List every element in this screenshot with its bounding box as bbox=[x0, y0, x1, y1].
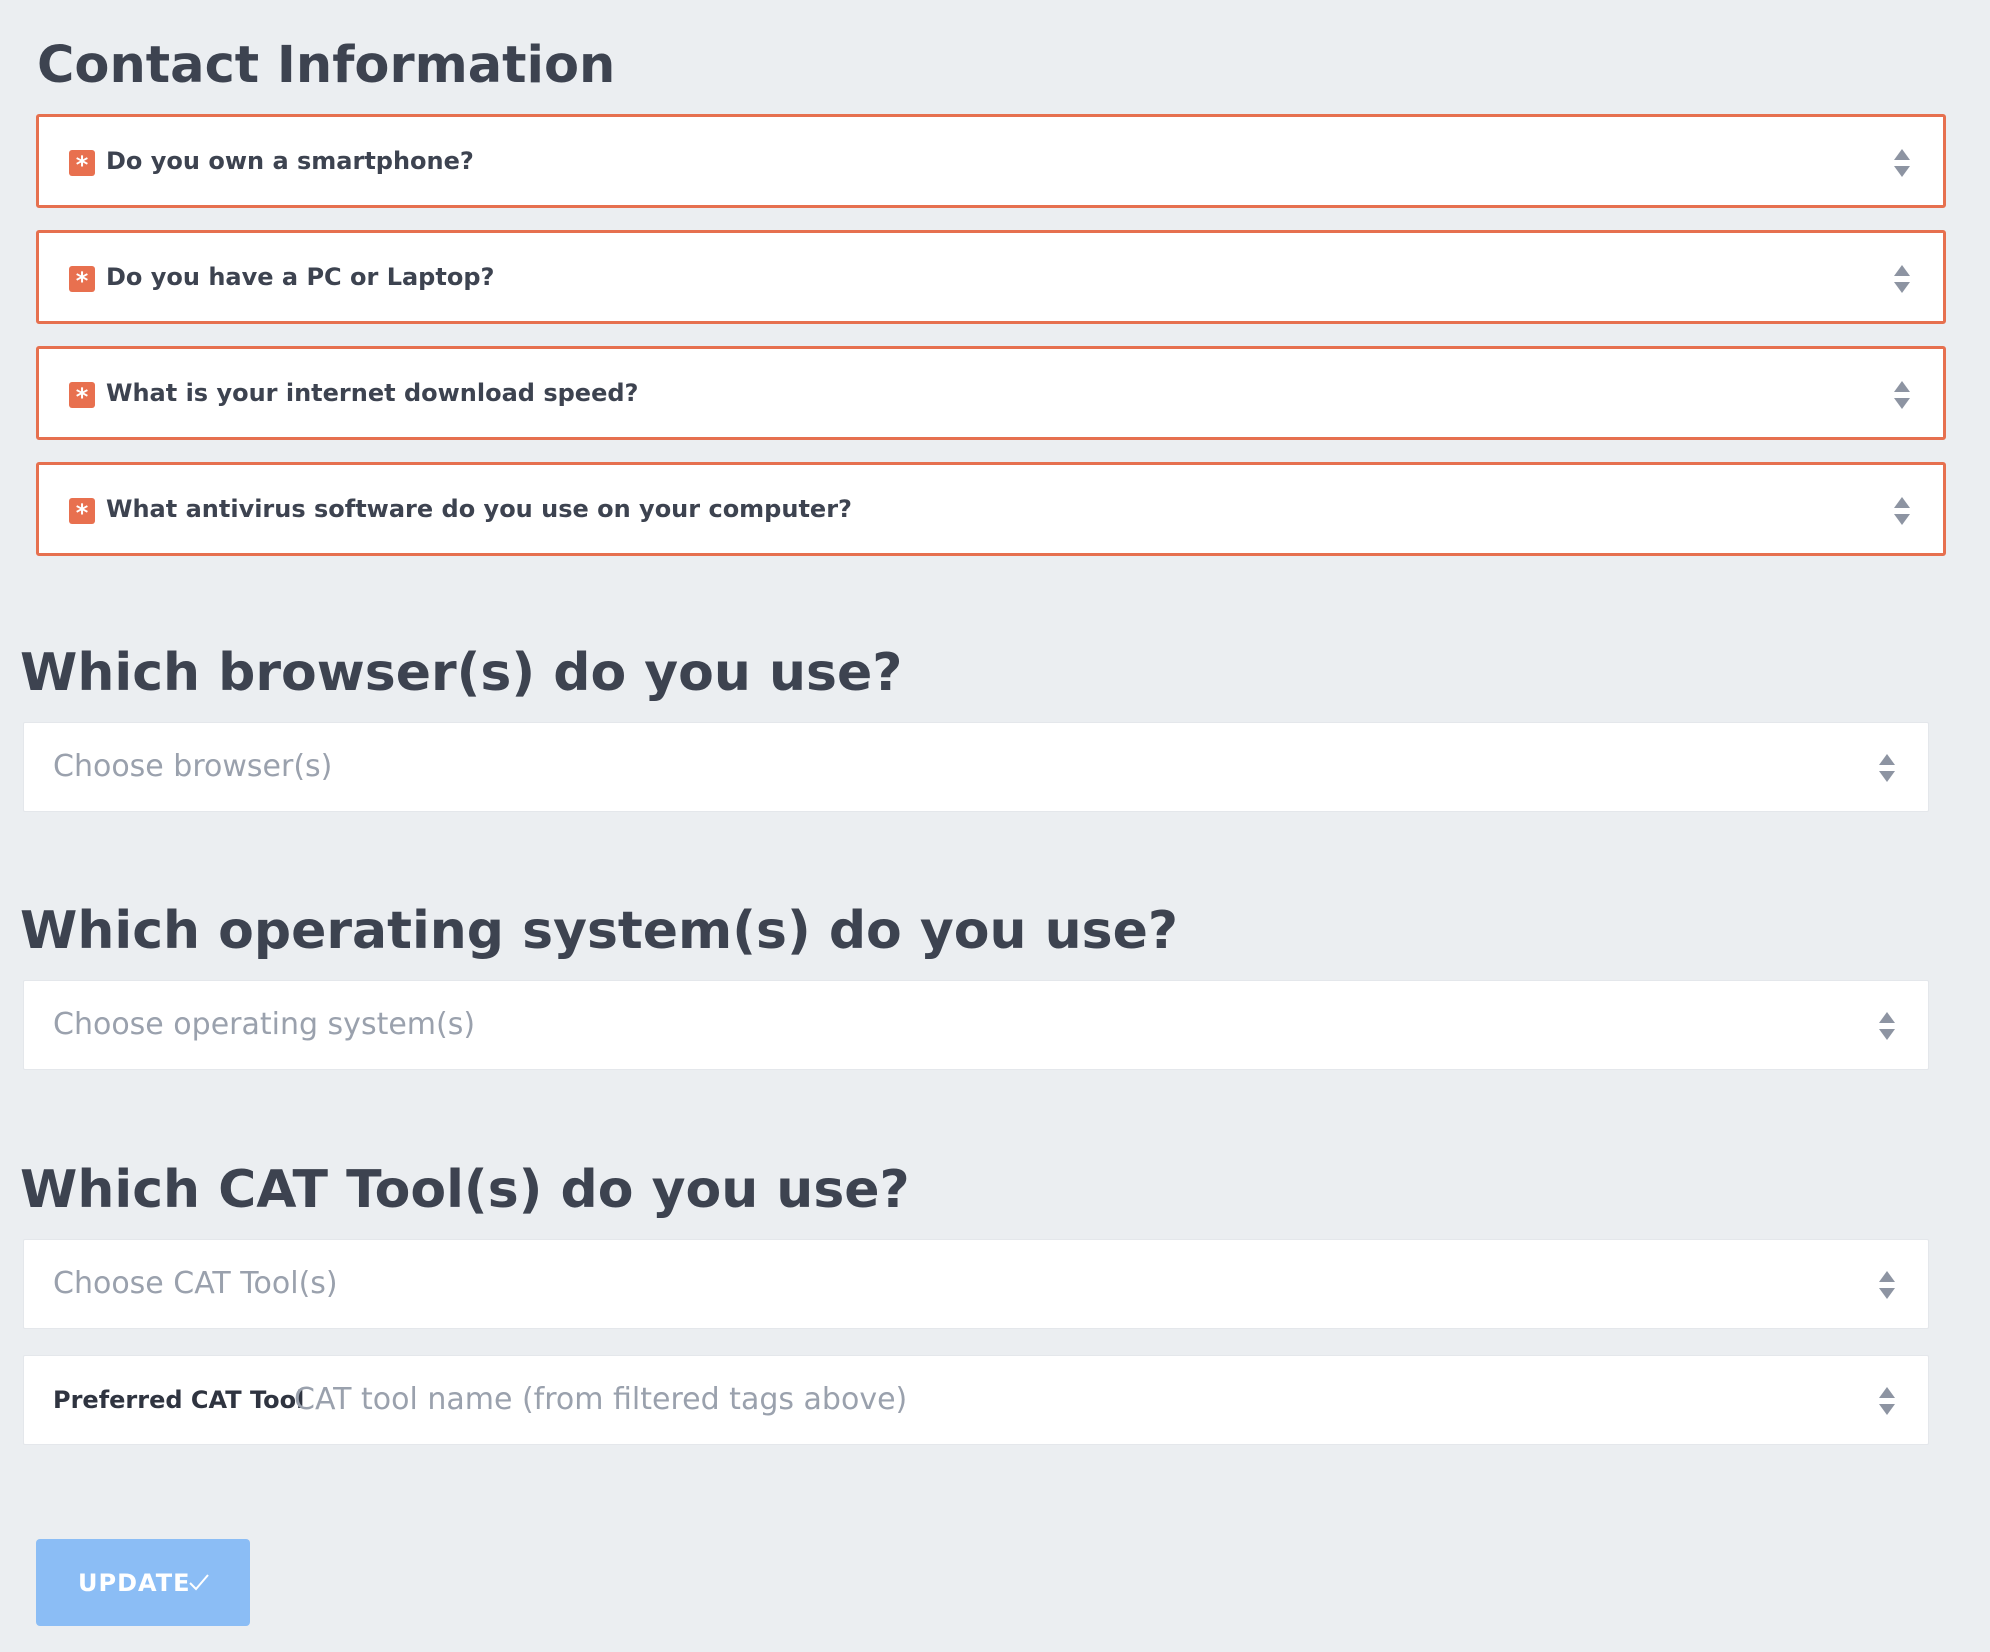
select-arrows-icon bbox=[1879, 1383, 1895, 1419]
browser-select-placeholder: Choose browser(s) bbox=[53, 749, 333, 784]
smartphone-question-label: Do you own a smartphone? bbox=[106, 147, 474, 175]
download-speed-question-label: What is your internet download speed? bbox=[106, 379, 639, 407]
required-icon: * bbox=[69, 266, 95, 295]
contact-information-title: Contact Information bbox=[37, 36, 616, 95]
required-icon: * bbox=[69, 498, 95, 527]
select-arrows-icon bbox=[1879, 1267, 1895, 1303]
required-icon: * bbox=[69, 150, 95, 179]
preferred-cat-tool-select[interactable]: Preferred CAT Tool CAT tool name (from f… bbox=[23, 1355, 1929, 1445]
operating-systems-title: Which operating system(s) do you use? bbox=[20, 901, 1179, 961]
smartphone-select[interactable]: * Do you own a smartphone? bbox=[36, 114, 1946, 208]
download-speed-select[interactable]: * What is your internet download speed? bbox=[36, 346, 1946, 440]
cat-tools-title: Which CAT Tool(s) do you use? bbox=[20, 1160, 910, 1220]
cat-tool-select[interactable]: Choose CAT Tool(s) bbox=[23, 1239, 1929, 1329]
check-icon bbox=[189, 1574, 209, 1591]
preferred-cat-tool-placeholder: CAT tool name (from filtered tags above) bbox=[294, 1382, 908, 1417]
update-button[interactable]: UPDATE bbox=[36, 1539, 250, 1626]
select-arrows-icon bbox=[1894, 493, 1910, 529]
select-arrows-icon bbox=[1894, 145, 1910, 181]
select-arrows-icon bbox=[1879, 1008, 1895, 1044]
antivirus-select[interactable]: * What antivirus software do you use on … bbox=[36, 462, 1946, 556]
select-arrows-icon bbox=[1894, 261, 1910, 297]
select-arrows-icon bbox=[1894, 377, 1910, 413]
browser-select[interactable]: Choose browser(s) bbox=[23, 722, 1929, 812]
cat-tool-select-placeholder: Choose CAT Tool(s) bbox=[53, 1266, 338, 1301]
pc-laptop-question-label: Do you have a PC or Laptop? bbox=[106, 263, 495, 291]
preferred-cat-tool-label: Preferred CAT Tool bbox=[53, 1386, 305, 1414]
pc-laptop-select[interactable]: * Do you have a PC or Laptop? bbox=[36, 230, 1946, 324]
operating-system-select-placeholder: Choose operating system(s) bbox=[53, 1007, 476, 1042]
update-button-label: UPDATE bbox=[78, 1569, 191, 1597]
select-arrows-icon bbox=[1879, 750, 1895, 786]
antivirus-question-label: What antivirus software do you use on yo… bbox=[106, 495, 852, 523]
browsers-title: Which browser(s) do you use? bbox=[20, 643, 903, 703]
operating-system-select[interactable]: Choose operating system(s) bbox=[23, 980, 1929, 1070]
required-icon: * bbox=[69, 382, 95, 411]
